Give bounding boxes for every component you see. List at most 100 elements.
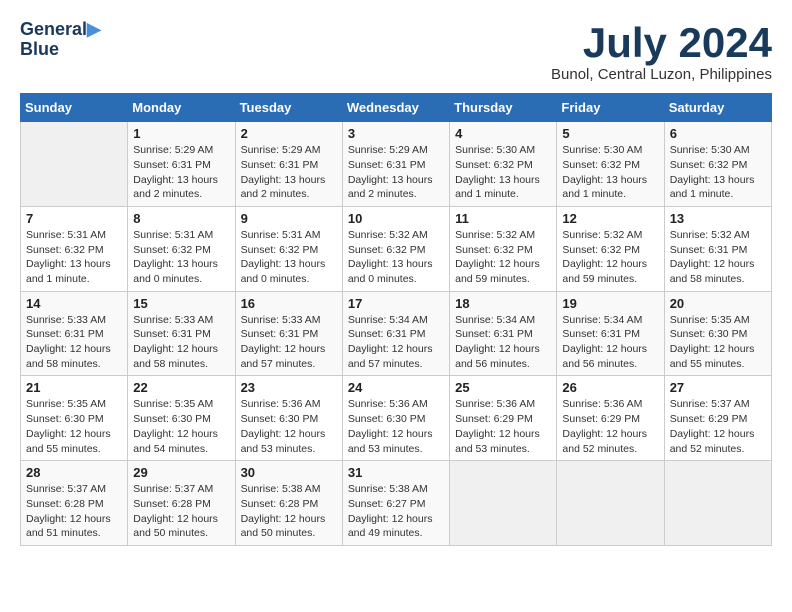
location: Bunol, Central Luzon, Philippines [551, 66, 772, 83]
day-number: 18 [455, 296, 551, 311]
calendar-week-1: 1 Sunrise: 5:29 AM Sunset: 6:31 PM Daylig… [21, 122, 772, 207]
calendar-cell: 25 Sunrise: 5:36 AM Sunset: 6:29 PM Dayli… [450, 376, 557, 461]
day-number: 4 [455, 126, 551, 141]
calendar-cell: 28 Sunrise: 5:37 AM Sunset: 6:28 PM Dayli… [21, 461, 128, 546]
calendar-cell: 6 Sunrise: 5:30 AM Sunset: 6:32 PM Daylig… [664, 122, 771, 207]
weekday-header-thursday: Thursday [450, 94, 557, 122]
calendar-cell: 4 Sunrise: 5:30 AM Sunset: 6:32 PM Daylig… [450, 122, 557, 207]
calendar-cell: 12 Sunrise: 5:32 AM Sunset: 6:32 PM Dayli… [557, 206, 664, 291]
calendar-week-3: 14 Sunrise: 5:33 AM Sunset: 6:31 PM Dayli… [21, 291, 772, 376]
calendar-cell: 31Sunrise: 5:38 AM Sunset: 6:27 PM Dayli… [342, 461, 449, 546]
day-number: 11 [455, 211, 551, 226]
calendar-cell: 26Sunrise: 5:36 AM Sunset: 6:29 PM Dayli… [557, 376, 664, 461]
calendar-cell [664, 461, 771, 546]
day-info: Sunrise: 5:35 AM Sunset: 6:30 PM Dayligh… [670, 313, 766, 372]
logo-text: General▶Blue [20, 20, 101, 60]
day-info: Sunrise: 5:36 AM Sunset: 6:29 PM Dayligh… [455, 397, 551, 456]
day-info: Sunrise: 5:32 AM Sunset: 6:32 PM Dayligh… [455, 228, 551, 287]
month-title: July 2024 [551, 20, 772, 66]
day-number: 17 [348, 296, 444, 311]
day-info: Sunrise: 5:29 AM Sunset: 6:31 PM Dayligh… [241, 143, 337, 202]
weekday-header-sunday: Sunday [21, 94, 128, 122]
day-info: Sunrise: 5:32 AM Sunset: 6:31 PM Dayligh… [670, 228, 766, 287]
day-number: 30 [241, 465, 337, 480]
calendar-cell: 21 Sunrise: 5:35 AM Sunset: 6:30 PM Dayli… [21, 376, 128, 461]
day-info: Sunrise: 5:36 AM Sunset: 6:29 PM Dayligh… [562, 397, 658, 456]
day-number: 23 [241, 380, 337, 395]
calendar-cell: 8Sunrise: 5:31 AM Sunset: 6:32 PM Daylig… [128, 206, 235, 291]
day-info: Sunrise: 5:37 AM Sunset: 6:28 PM Dayligh… [133, 482, 229, 541]
day-number: 29 [133, 465, 229, 480]
calendar-cell [450, 461, 557, 546]
day-info: Sunrise: 5:30 AM Sunset: 6:32 PM Dayligh… [455, 143, 551, 202]
calendar-cell: 20Sunrise: 5:35 AM Sunset: 6:30 PM Dayli… [664, 291, 771, 376]
day-number: 7 [26, 211, 122, 226]
day-info: Sunrise: 5:36 AM Sunset: 6:30 PM Dayligh… [241, 397, 337, 456]
day-number: 8 [133, 211, 229, 226]
calendar-cell [557, 461, 664, 546]
weekday-header-wednesday: Wednesday [342, 94, 449, 122]
day-number: 19 [562, 296, 658, 311]
day-info: Sunrise: 5:36 AM Sunset: 6:30 PM Dayligh… [348, 397, 444, 456]
calendar-cell: 11 Sunrise: 5:32 AM Sunset: 6:32 PM Dayli… [450, 206, 557, 291]
day-info: Sunrise: 5:32 AM Sunset: 6:32 PM Dayligh… [562, 228, 658, 287]
calendar-cell: 9Sunrise: 5:31 AM Sunset: 6:32 PM Daylig… [235, 206, 342, 291]
weekday-header-friday: Friday [557, 94, 664, 122]
day-info: Sunrise: 5:29 AM Sunset: 6:31 PM Dayligh… [133, 143, 229, 202]
day-number: 31 [348, 465, 444, 480]
day-info: Sunrise: 5:34 AM Sunset: 6:31 PM Dayligh… [562, 313, 658, 372]
day-number: 10 [348, 211, 444, 226]
day-number: 6 [670, 126, 766, 141]
day-number: 3 [348, 126, 444, 141]
day-info: Sunrise: 5:30 AM Sunset: 6:32 PM Dayligh… [670, 143, 766, 202]
day-info: Sunrise: 5:37 AM Sunset: 6:29 PM Dayligh… [670, 397, 766, 456]
day-info: Sunrise: 5:34 AM Sunset: 6:31 PM Dayligh… [455, 313, 551, 372]
day-info: Sunrise: 5:31 AM Sunset: 6:32 PM Dayligh… [241, 228, 337, 287]
weekday-header-monday: Monday [128, 94, 235, 122]
day-number: 16 [241, 296, 337, 311]
calendar-cell: 27 Sunrise: 5:37 AM Sunset: 6:29 PM Dayli… [664, 376, 771, 461]
day-number: 25 [455, 380, 551, 395]
day-number: 15 [133, 296, 229, 311]
day-info: Sunrise: 5:35 AM Sunset: 6:30 PM Dayligh… [26, 397, 122, 456]
calendar-cell: 3 Sunrise: 5:29 AM Sunset: 6:31 PM Daylig… [342, 122, 449, 207]
calendar-cell: 13 Sunrise: 5:32 AM Sunset: 6:31 PM Dayli… [664, 206, 771, 291]
day-number: 24 [348, 380, 444, 395]
day-number: 12 [562, 211, 658, 226]
calendar-cell: 30 Sunrise: 5:38 AM Sunset: 6:28 PM Dayli… [235, 461, 342, 546]
calendar-week-2: 7 Sunrise: 5:31 AM Sunset: 6:32 PM Daylig… [21, 206, 772, 291]
day-number: 28 [26, 465, 122, 480]
day-number: 5 [562, 126, 658, 141]
day-info: Sunrise: 5:33 AM Sunset: 6:31 PM Dayligh… [26, 313, 122, 372]
calendar-cell: 22Sunrise: 5:35 AM Sunset: 6:30 PM Dayli… [128, 376, 235, 461]
day-info: Sunrise: 5:38 AM Sunset: 6:28 PM Dayligh… [241, 482, 337, 541]
day-info: Sunrise: 5:32 AM Sunset: 6:32 PM Dayligh… [348, 228, 444, 287]
day-info: Sunrise: 5:29 AM Sunset: 6:31 PM Dayligh… [348, 143, 444, 202]
day-number: 1 [133, 126, 229, 141]
day-info: Sunrise: 5:37 AM Sunset: 6:28 PM Dayligh… [26, 482, 122, 541]
calendar-body: 1 Sunrise: 5:29 AM Sunset: 6:31 PM Daylig… [21, 122, 772, 546]
page-header: General▶Blue July 2024 Bunol, Central Lu… [20, 20, 772, 83]
calendar-cell: 7Sunrise: 5:31 AM Sunset: 6:32 PM Daylig… [21, 206, 128, 291]
calendar-table: SundayMondayTuesdayWednesdayThursdayFrid… [20, 93, 772, 546]
calendar-cell: 29 Sunrise: 5:37 AM Sunset: 6:28 PM Dayli… [128, 461, 235, 546]
day-number: 13 [670, 211, 766, 226]
calendar-cell: 17 Sunrise: 5:34 AM Sunset: 6:31 PM Dayli… [342, 291, 449, 376]
day-info: Sunrise: 5:33 AM Sunset: 6:31 PM Dayligh… [241, 313, 337, 372]
day-info: Sunrise: 5:33 AM Sunset: 6:31 PM Dayligh… [133, 313, 229, 372]
calendar-cell: 5Sunrise: 5:30 AM Sunset: 6:32 PM Daylig… [557, 122, 664, 207]
day-number: 22 [133, 380, 229, 395]
logo: General▶Blue [20, 20, 101, 60]
calendar-cell: 23 Sunrise: 5:36 AM Sunset: 6:30 PM Dayli… [235, 376, 342, 461]
calendar-cell: 14 Sunrise: 5:33 AM Sunset: 6:31 PM Dayli… [21, 291, 128, 376]
calendar-header: SundayMondayTuesdayWednesdayThursdayFrid… [21, 94, 772, 122]
day-number: 21 [26, 380, 122, 395]
calendar-cell: 10 Sunrise: 5:32 AM Sunset: 6:32 PM Dayli… [342, 206, 449, 291]
calendar-cell: 19 Sunrise: 5:34 AM Sunset: 6:31 PM Dayli… [557, 291, 664, 376]
day-number: 14 [26, 296, 122, 311]
weekday-header-row: SundayMondayTuesdayWednesdayThursdayFrid… [21, 94, 772, 122]
day-number: 27 [670, 380, 766, 395]
calendar-cell: 2 Sunrise: 5:29 AM Sunset: 6:31 PM Daylig… [235, 122, 342, 207]
day-number: 2 [241, 126, 337, 141]
day-info: Sunrise: 5:34 AM Sunset: 6:31 PM Dayligh… [348, 313, 444, 372]
